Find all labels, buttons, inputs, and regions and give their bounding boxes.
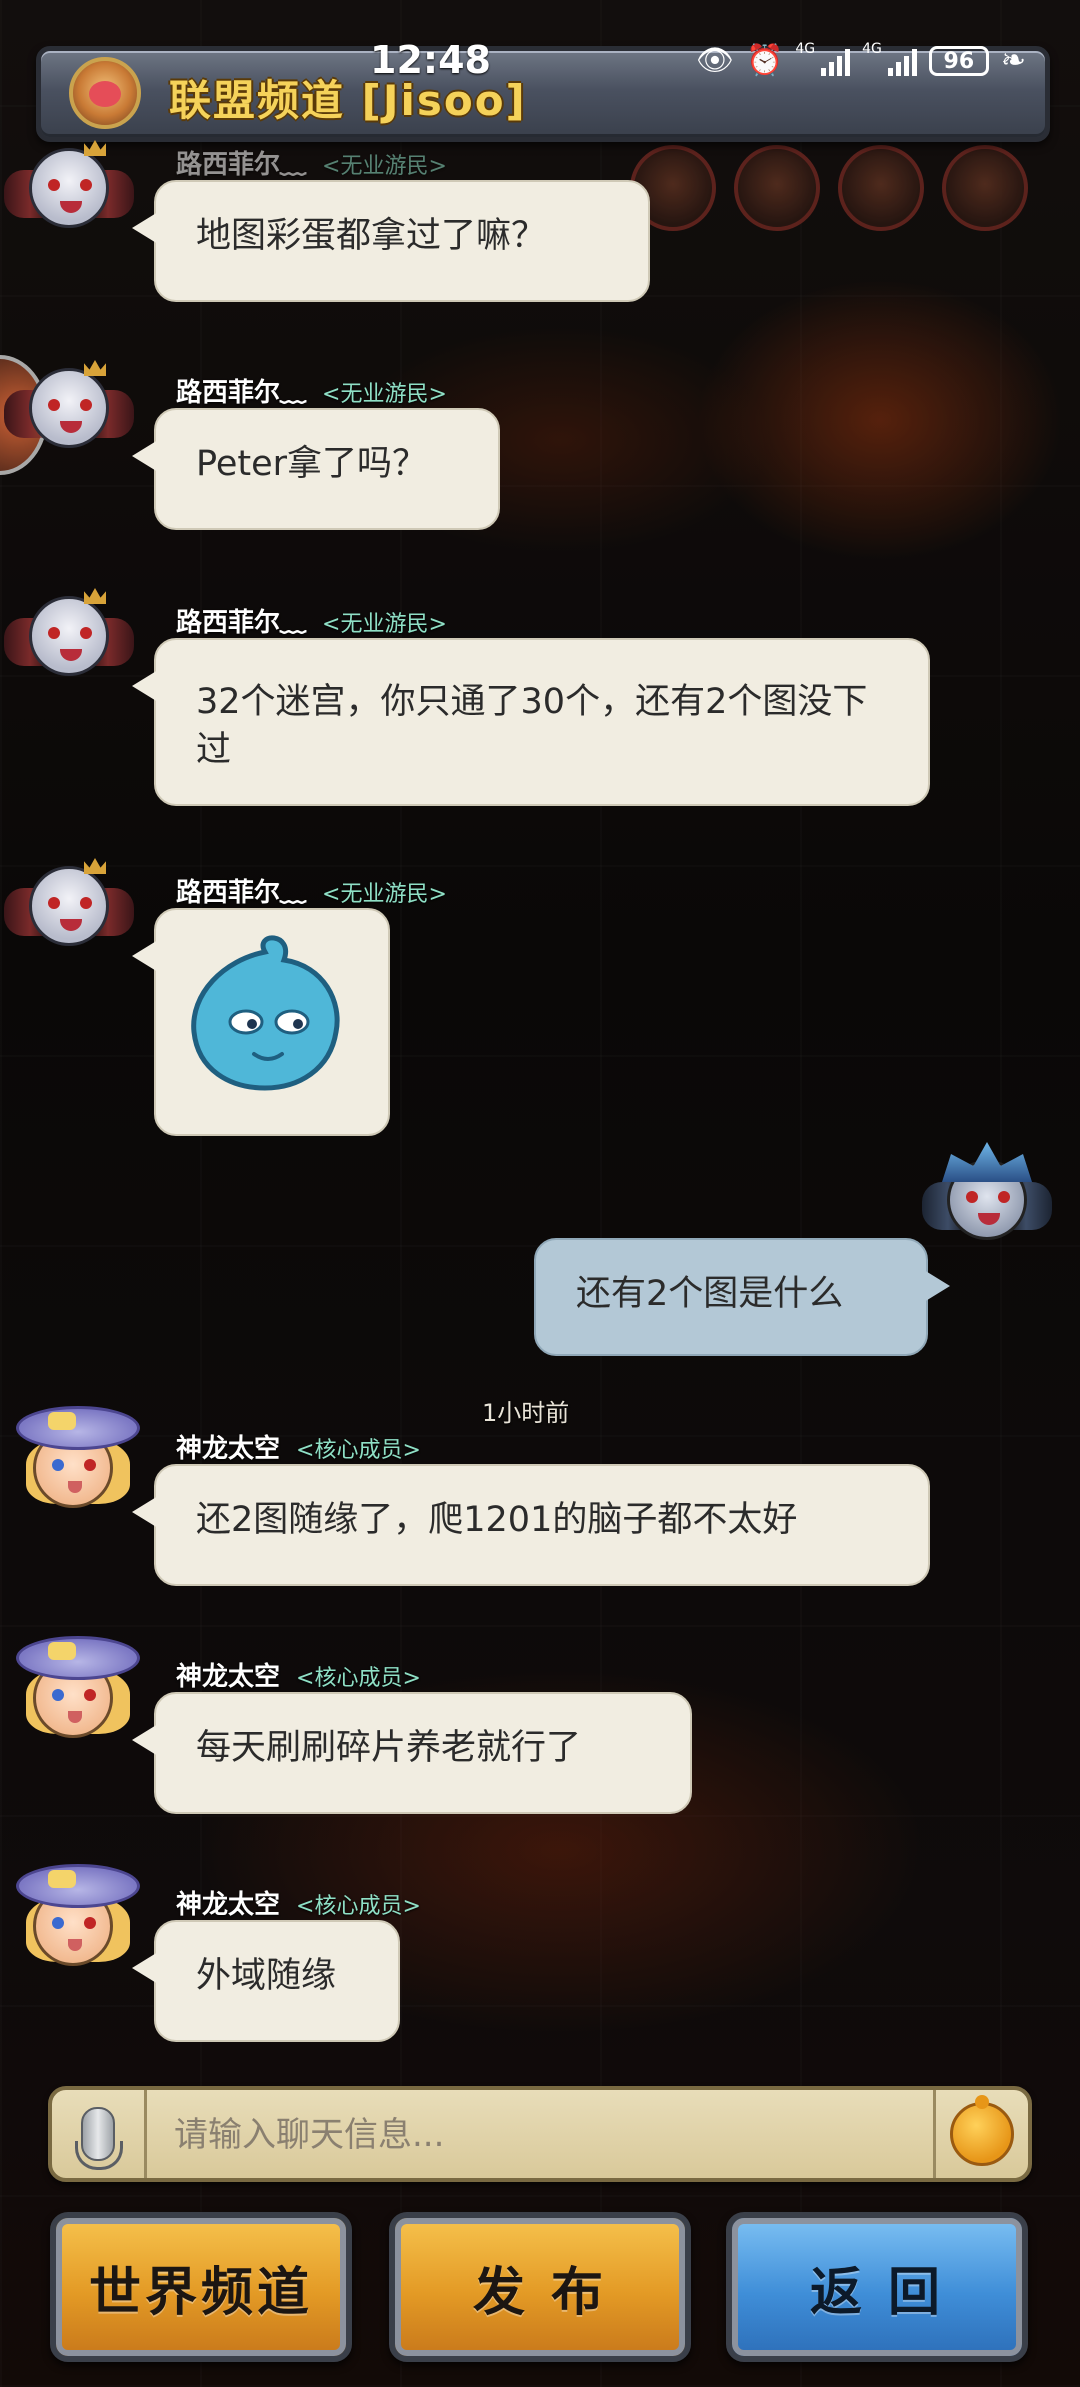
message-bubble: Peter拿了吗？ <box>132 408 500 530</box>
user-role: <无业游民> <box>322 154 447 179</box>
message-text: 地图彩蛋都拿过了嘛？ <box>196 216 547 256</box>
message-bubble: 每天刷刷碎片养老就行了 <box>132 1692 692 1814</box>
signal-icon <box>821 46 851 76</box>
message-header: 神龙太空 <核心成员> <box>176 1656 421 1693</box>
user-role: <无业游民> <box>322 382 447 407</box>
crown-icon <box>84 588 106 604</box>
username: 神龙太空 <box>176 1434 281 1464</box>
message-text: Peter拿了吗？ <box>196 444 428 484</box>
avatar[interactable] <box>8 1858 140 1968</box>
username: 路西菲尔﹏ <box>176 608 307 638</box>
timestamp-label: 1小时前 <box>482 1399 570 1427</box>
avatar-face <box>29 866 109 946</box>
microphone-icon <box>75 2107 123 2170</box>
user-role: <核心成员> <box>296 1894 421 1919</box>
message-bubble: 地图彩蛋都拿过了嘛？ <box>132 180 650 302</box>
message-bubble: 32个迷宫，你只通了30个，还有2个图没下过 <box>132 638 930 806</box>
publish-label: 发 布 <box>472 2262 608 2323</box>
alarm-icon: ⏰ <box>745 43 784 78</box>
bow-icon <box>48 1412 76 1430</box>
hat-icon <box>16 1864 140 1908</box>
message-bubble: 外域随缘 <box>132 1920 400 2042</box>
message-text: 每天刷刷碎片养老就行了 <box>196 1728 582 1768</box>
crown-icon <box>84 360 106 376</box>
emoji-button[interactable] <box>933 2090 1028 2178</box>
avatar[interactable] <box>8 1400 140 1510</box>
avatar[interactable] <box>4 578 134 688</box>
message-header: 神龙太空 <核心成员> <box>176 1428 421 1465</box>
avatar[interactable] <box>4 130 134 240</box>
message-header: 路西菲尔﹏ <无业游民> <box>176 144 447 181</box>
user-role: <核心成员> <box>296 1438 421 1463</box>
voice-button[interactable] <box>52 2090 147 2178</box>
user-role: <核心成员> <box>296 1666 421 1691</box>
alliance-emblem-icon <box>69 57 141 129</box>
publish-button[interactable]: 发 布 <box>389 2212 691 2362</box>
status-time: 12:48 <box>370 38 491 82</box>
hat-icon <box>16 1636 140 1680</box>
message-header: 路西菲尔﹏ <无业游民> <box>176 372 447 409</box>
red-monster-icon <box>942 145 1028 231</box>
hat-icon <box>16 1406 140 1450</box>
world-channel-label: 世界频道 <box>88 2262 313 2323</box>
username: 神龙太空 <box>176 1890 281 1920</box>
leaf-icon: ❧ <box>1000 43 1026 78</box>
top-icon-strip <box>630 145 1028 231</box>
message-header: 路西菲尔﹏ <无业游民> <box>176 872 447 909</box>
avatar[interactable] <box>4 848 134 958</box>
status-icons: 👁 ⏰ 4G 4G 96 ❧ <box>695 41 1026 78</box>
network-label: 4G <box>795 41 816 57</box>
user-role: <无业游民> <box>322 612 447 637</box>
message-header: 路西菲尔﹏ <无业游民> <box>176 602 447 639</box>
back-button[interactable]: 返 回 <box>726 2212 1028 2362</box>
avatar-face <box>29 596 109 676</box>
self-avatar[interactable] <box>922 1142 1052 1252</box>
message-header: 神龙太空 <核心成员> <box>176 1884 421 1921</box>
bow-icon <box>48 1642 76 1660</box>
battery-icon: 96 <box>928 46 989 76</box>
monster-icon <box>734 145 820 231</box>
message-bubble: 还2图随缘了，爬1201的脑子都不太好 <box>132 1464 930 1586</box>
crown-icon <box>84 140 106 156</box>
blue-slime-emoji-icon <box>191 935 340 1091</box>
self-message-bubble: 还有2个图是什么 <box>534 1238 950 1356</box>
message-text: 外域随缘 <box>196 1956 337 1996</box>
avatar[interactable] <box>4 350 134 460</box>
message-text: 还2图随缘了，爬1201的脑子都不太好 <box>196 1500 798 1540</box>
avatar-face <box>29 148 109 228</box>
green-monster-icon <box>838 145 924 231</box>
user-role: <无业游民> <box>322 882 447 907</box>
helmet-icon <box>942 1142 1032 1182</box>
avatar[interactable] <box>8 1630 140 1740</box>
back-label: 返 回 <box>809 2262 945 2323</box>
avatar-face <box>29 368 109 448</box>
username: 路西菲尔﹏ <box>176 150 307 180</box>
gourd-icon <box>950 2095 1014 2166</box>
network-label-2: 4G <box>862 41 882 57</box>
message-bubble <box>132 908 390 1136</box>
username: 神龙太空 <box>176 1662 281 1692</box>
eye-icon: 👁 <box>695 43 734 78</box>
bow-icon <box>48 1870 76 1888</box>
world-channel-button[interactable]: 世界频道 <box>50 2212 352 2362</box>
chat-input-bar <box>48 2086 1032 2182</box>
message-text: 32个迷宫，你只通了30个，还有2个图没下过 <box>196 682 868 770</box>
chat-input[interactable] <box>152 2096 966 2174</box>
crown-icon <box>84 858 106 874</box>
username: 路西菲尔﹏ <box>176 878 307 908</box>
signal-icon-2 <box>887 46 917 76</box>
message-text: 还有2个图是什么 <box>576 1274 844 1314</box>
username: 路西菲尔﹏ <box>176 378 307 408</box>
